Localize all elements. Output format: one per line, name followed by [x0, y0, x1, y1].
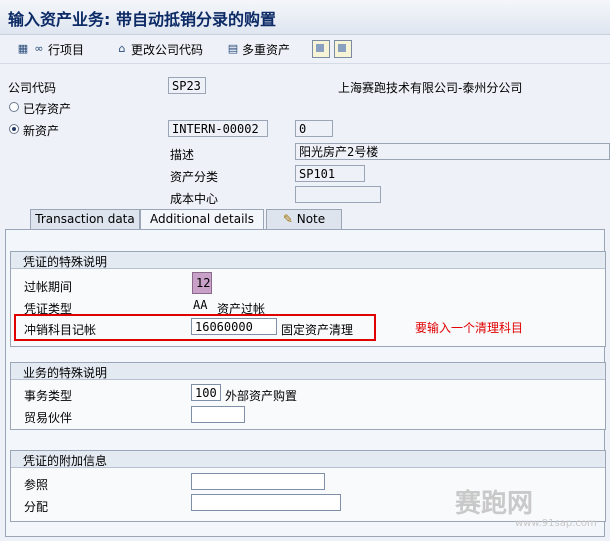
assets-grid-icon: ▤ — [227, 42, 239, 55]
company-code-label: 公司代码 — [8, 81, 57, 95]
sub-number-field: 0 — [295, 120, 333, 137]
building-icon: ⌂ — [118, 42, 126, 55]
document-edit-icon[interactable] — [334, 40, 352, 58]
company-name: 上海赛跑技术有限公司-泰州分公司 — [338, 81, 523, 95]
application-toolbar: ▦ ∞ 行项目 ⌂ 更改公司代码 ▤ 多重资产 — [0, 35, 610, 64]
title-bar: 输入资产业务: 带自动抵销分录的购置 — [0, 0, 610, 35]
document-icon[interactable] — [312, 40, 330, 58]
cost-center-field[interactable] — [295, 186, 381, 203]
business-special-title: 业务的特殊说明 — [23, 366, 108, 380]
tab-transaction-data-label: Transaction data — [35, 212, 135, 226]
transaction-type-label: 事务类型 — [24, 389, 73, 403]
reference-field[interactable] — [191, 473, 325, 490]
description-field[interactable]: 阳光房产2号楼 — [295, 143, 610, 160]
asset-class-label: 资产分类 — [170, 170, 219, 184]
change-company-code-button[interactable]: ⌂ 更改公司代码 — [115, 40, 204, 58]
change-company-code-label: 更改公司代码 — [131, 42, 204, 57]
tab-strip: Transaction data Additional details ✎ No… — [0, 209, 610, 230]
line-items-button[interactable]: ▦ ∞ 行项目 — [16, 40, 84, 58]
posting-period-label: 过帐期间 — [24, 280, 73, 294]
window-title: 输入资产业务: 带自动抵销分录的购置 — [8, 10, 276, 29]
transaction-type-text: 外部资产购置 — [225, 389, 298, 403]
line-items-label: 行项目 — [48, 42, 85, 57]
asset-class-field[interactable]: SP101 — [295, 165, 365, 182]
business-special-group: 业务的特殊说明 — [10, 362, 606, 430]
pencil-icon: ✎ — [282, 212, 293, 226]
doc-additional-header: 凭证的附加信息 — [11, 451, 605, 468]
tab-note[interactable]: ✎ Note — [266, 209, 342, 229]
watermark-url: www.91sap.com — [515, 518, 597, 529]
description-label: 描述 — [170, 148, 195, 162]
assignment-field[interactable] — [191, 494, 341, 511]
doc-type-field[interactable]: AA — [193, 297, 215, 314]
offset-account-text: 固定资产清理 — [281, 323, 354, 337]
glasses-icon: ∞ — [34, 42, 44, 55]
asset-number-field: INTERN-00002 — [168, 120, 268, 137]
watermark-logo: 赛跑网 — [455, 489, 534, 519]
posting-period-field[interactable]: 12 — [193, 275, 211, 292]
offset-account-label: 冲销科目记帐 — [24, 323, 97, 337]
trading-partner-label: 贸易伙伴 — [24, 411, 73, 425]
existing-asset-label: 已存资产 — [23, 102, 72, 116]
multiple-assets-label: 多重资产 — [242, 42, 291, 57]
multiple-assets-button[interactable]: ▤ 多重资产 — [226, 40, 290, 58]
transaction-type-field[interactable]: 100 — [191, 384, 221, 401]
offset-account-field[interactable]: 16060000 — [191, 318, 277, 335]
annotation-note: 要输入一个清理科目 — [415, 321, 524, 335]
trading-partner-field[interactable] — [191, 406, 245, 423]
cost-center-label: 成本中心 — [170, 192, 219, 206]
assignment-label: 分配 — [24, 500, 49, 514]
doc-additional-title: 凭证的附加信息 — [23, 454, 108, 468]
doc-special-header: 凭证的特殊说明 — [11, 252, 605, 269]
doc-special-title: 凭证的特殊说明 — [23, 255, 108, 269]
reference-label: 参照 — [24, 478, 49, 492]
new-asset-radio[interactable] — [9, 124, 19, 134]
business-special-header: 业务的特殊说明 — [11, 363, 605, 380]
existing-asset-radio[interactable] — [9, 102, 19, 112]
tab-note-label: Note — [296, 212, 326, 226]
tab-additional-details[interactable]: Additional details — [140, 209, 264, 230]
grid-icon: ▦ — [17, 42, 29, 55]
tab-transaction-data[interactable]: Transaction data — [30, 209, 140, 229]
company-code-field: SP23 — [168, 77, 206, 94]
tab-additional-details-label: Additional details — [149, 212, 255, 226]
new-asset-label: 新资产 — [23, 124, 60, 138]
